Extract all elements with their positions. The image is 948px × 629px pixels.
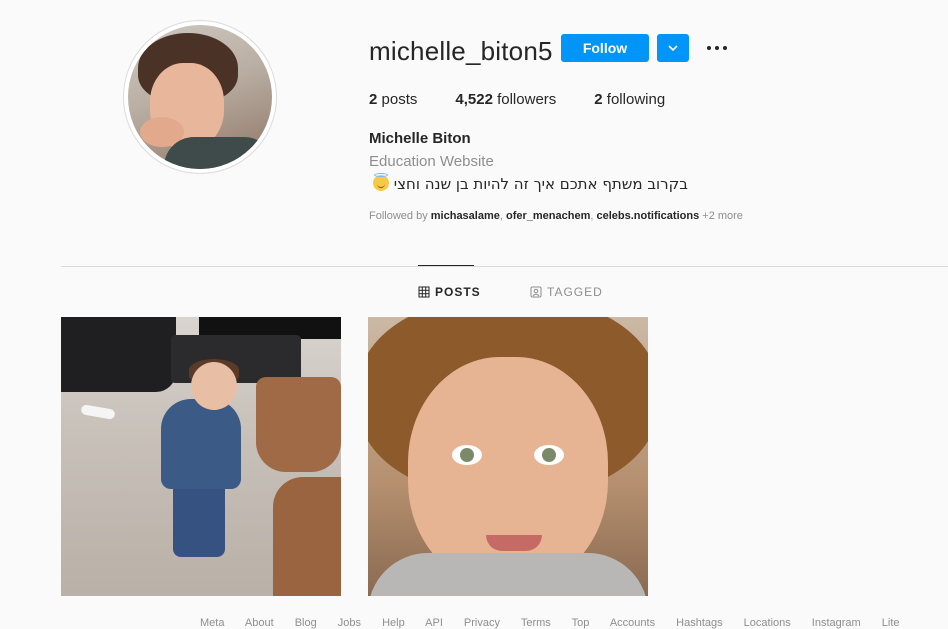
tagged-icon (530, 286, 542, 298)
tab-tagged[interactable]: TAGGED (530, 285, 603, 299)
profile-full-name: Michelle Biton (369, 130, 471, 147)
following-stat[interactable]: 2 following (594, 91, 665, 108)
tab-posts[interactable]: POSTS (418, 285, 481, 299)
dot-icon (715, 46, 719, 50)
profile-avatar[interactable] (123, 20, 277, 174)
followed-by-user[interactable]: michasalame (431, 210, 500, 222)
followed-by[interactable]: Followed by michasalame, ofer_menachem, … (369, 210, 743, 222)
dot-icon (707, 46, 711, 50)
post-thumbnail[interactable] (368, 317, 648, 596)
profile-bio: בקרוב משתף אתכם איך זה להיות בן שנה וחצי (369, 173, 692, 193)
followed-by-user[interactable]: celebs.notifications (597, 210, 700, 222)
footer-links[interactable]: Meta About Blog Jobs Help API Privacy Te… (200, 617, 900, 629)
more-options-button[interactable] (702, 36, 732, 60)
profile-username: michelle_biton5 (369, 36, 553, 66)
active-tab-indicator (418, 265, 474, 266)
profile-category: Education Website (369, 153, 494, 170)
avatar-photo (128, 25, 272, 169)
suggested-dropdown-button[interactable] (657, 34, 689, 62)
follow-button[interactable]: Follow (561, 34, 649, 62)
chevron-down-icon (668, 45, 678, 52)
post-thumbnail[interactable] (61, 317, 341, 596)
grid-icon (418, 286, 430, 298)
dot-icon (723, 46, 727, 50)
followed-by-user[interactable]: ofer_menachem (506, 210, 590, 222)
tabs-divider (61, 266, 948, 267)
profile-stats: 2 posts 4,522 followers 2 following (369, 91, 703, 108)
smiling-face-with-halo-icon (373, 173, 389, 191)
followers-stat[interactable]: 4,522 followers (455, 91, 556, 108)
posts-stat: 2 posts (369, 91, 418, 108)
